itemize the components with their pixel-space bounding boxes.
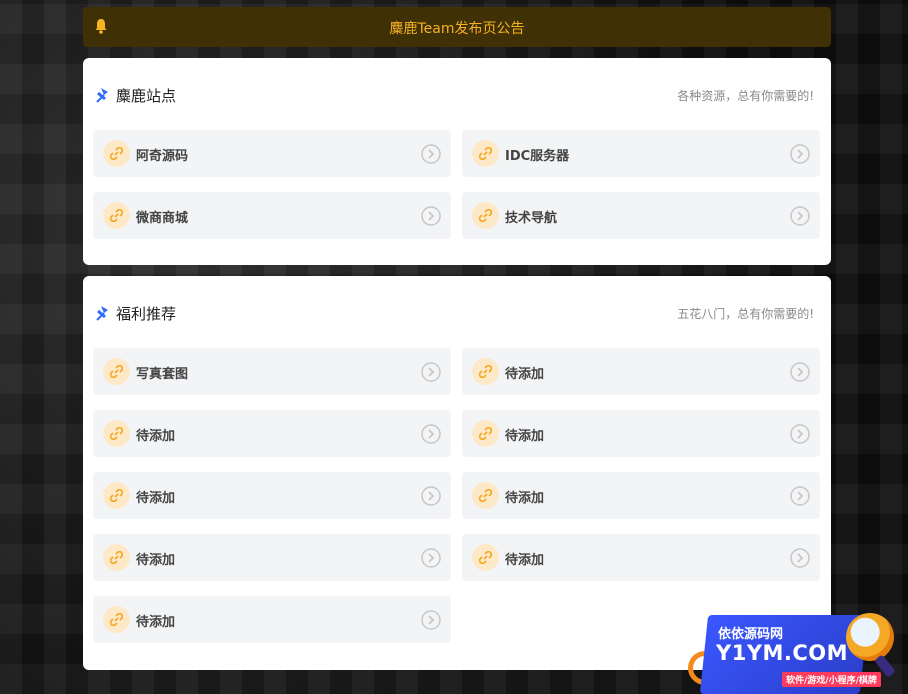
link-label: 待添加 [136,491,176,506]
link-icon [472,482,499,509]
link-label: 写真套图 [136,367,189,382]
chevron-circle-right-icon [421,144,441,164]
link-label: 待添加 [505,491,545,506]
section-subtitle: 五花八门，总有你需要的! [677,307,814,321]
link-item-pending[interactable]: 待添加 [93,472,451,519]
link-icon [103,420,130,447]
chevron-circle-right-icon [790,424,810,444]
link-label: 微商商城 [136,211,189,226]
link-item-pending[interactable]: 待添加 [462,348,820,395]
link-label: 技术导航 [505,211,558,226]
section-title: 福利推荐 [116,305,177,323]
chevron-circle-right-icon [421,206,441,226]
link-icon [472,202,499,229]
link-grid: 写真套图 待添加 待添加 待添加 待添加 待添加 待添加 待添加 待添加 [93,348,821,643]
link-grid: 阿奇源码 IDC服务器 微商商城 技术导航 [93,130,821,239]
pin-icon [96,306,108,321]
link-icon [472,358,499,385]
link-icon [103,482,130,509]
announcement-text: 麋鹿Team发布页公告 [389,21,525,37]
link-label: IDC服务器 [505,149,570,164]
link-label: 待添加 [136,615,176,630]
link-item-photo-sets[interactable]: 写真套图 [93,348,451,395]
link-icon [472,420,499,447]
section-title: 麋鹿站点 [116,87,177,105]
link-item-pending[interactable]: 待添加 [93,410,451,457]
section-header: 麋鹿站点 各种资源，总有你需要的! [83,58,831,130]
link-label: 阿奇源码 [136,149,189,164]
link-label: 待添加 [505,429,545,444]
link-item-tech-nav[interactable]: 技术导航 [462,192,820,239]
link-icon [472,544,499,571]
section-subtitle: 各种资源，总有你需要的! [677,89,814,103]
link-item-pending[interactable]: 待添加 [462,534,820,581]
link-icon [472,140,499,167]
chevron-circle-right-icon [421,610,441,630]
watermark-line1: 依依源码网 [718,627,784,642]
chevron-circle-right-icon [790,144,810,164]
link-label: 待添加 [505,553,545,568]
announcement-bar[interactable]: 麋鹿Team发布页公告 [83,7,831,47]
section-header: 福利推荐 五花八门，总有你需要的! [83,276,831,348]
link-label: 待添加 [136,553,176,568]
link-item-pending[interactable]: 待添加 [462,410,820,457]
chevron-circle-right-icon [790,206,810,226]
watermark-logo: 依依源码网 Y1YM.COM 软件/游戏/小程序/棋牌 [688,603,908,694]
link-label: 待添加 [136,429,176,444]
link-item-pending[interactable]: 待添加 [462,472,820,519]
link-icon [103,140,130,167]
link-item-weishang-mall[interactable]: 微商商城 [93,192,451,239]
chevron-circle-right-icon [790,486,810,506]
pin-icon [96,88,108,103]
chevron-circle-right-icon [421,486,441,506]
link-label: 待添加 [505,367,545,382]
chevron-circle-right-icon [421,548,441,568]
link-item-idc-server[interactable]: IDC服务器 [462,130,820,177]
watermark-line3: 软件/游戏/小程序/棋牌 [782,672,881,687]
link-icon [103,202,130,229]
chevron-circle-right-icon [790,362,810,382]
link-item-pending[interactable]: 待添加 [93,534,451,581]
watermark-line2: Y1YM.COM [716,641,849,665]
chevron-circle-right-icon [421,424,441,444]
chevron-circle-right-icon [790,548,810,568]
link-item-pending[interactable]: 待添加 [93,596,451,643]
magnifier-icon [846,613,894,661]
link-icon [103,606,130,633]
link-icon [103,544,130,571]
link-item-aqi-source[interactable]: 阿奇源码 [93,130,451,177]
chevron-circle-right-icon [421,362,441,382]
link-icon [103,358,130,385]
section-sites: 麋鹿站点 各种资源，总有你需要的! 阿奇源码 IDC服务器 微商商城 技术导航 [83,58,831,265]
